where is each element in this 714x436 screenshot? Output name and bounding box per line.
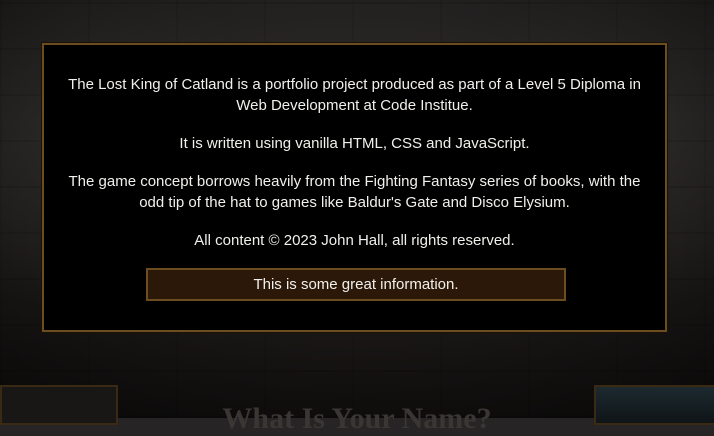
name-prompt-heading: What Is Your Name? bbox=[222, 402, 492, 435]
info-paragraph-concept: The game concept borrows heavily from th… bbox=[68, 173, 641, 211]
info-paragraph-tech: It is written using vanilla HTML, CSS an… bbox=[179, 135, 530, 152]
close-info-button[interactable]: This is some great information. bbox=[146, 268, 566, 301]
info-modal: The Lost King of Catland is a portfolio … bbox=[42, 43, 667, 332]
info-paragraph-project: The Lost King of Catland is a portfolio … bbox=[68, 76, 641, 114]
info-paragraph-copyright: All content © 2023 John Hall, all rights… bbox=[194, 232, 515, 249]
